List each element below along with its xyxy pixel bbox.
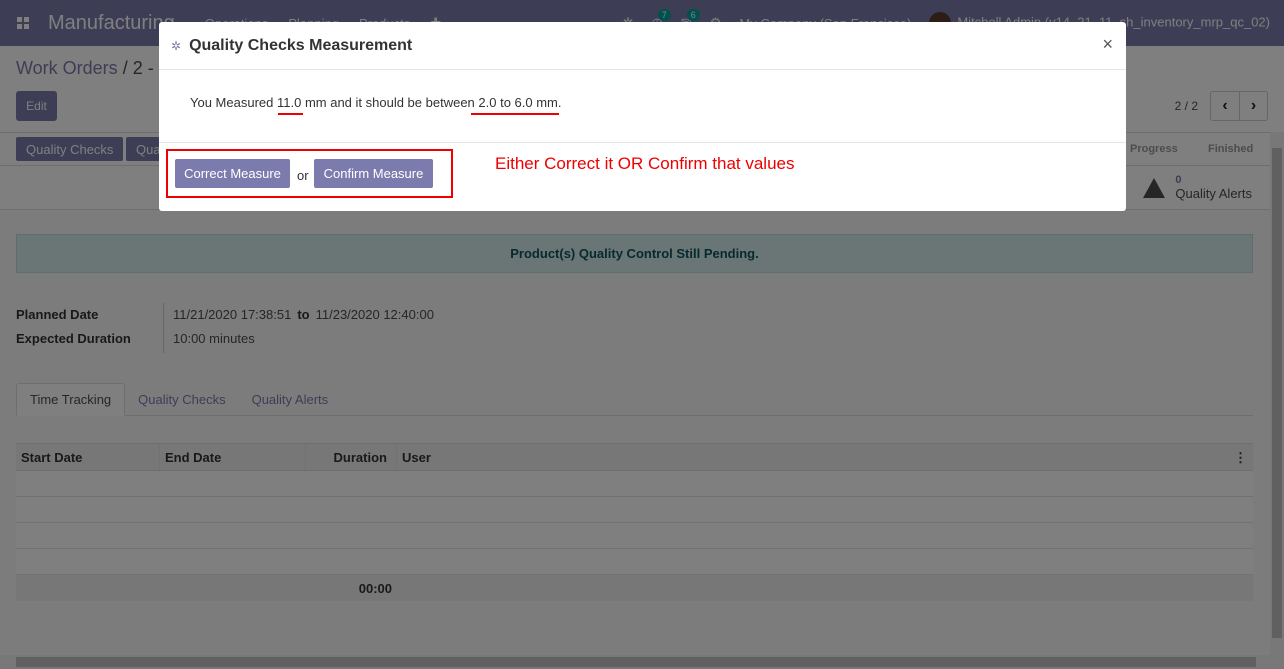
correct-measure-button[interactable]: Correct Measure: [175, 159, 290, 188]
confirm-measure-button[interactable]: Confirm Measure: [314, 159, 433, 188]
modal-body: You Measured 11.0 mm and it should be be…: [159, 70, 1126, 143]
modal-title: Quality Checks Measurement: [189, 36, 413, 54]
modal-footer: Correct Measure or Confirm Measure Eithe…: [159, 143, 1126, 210]
measured-unit-text: mm and it should be between: [304, 95, 475, 110]
measured-underline: [278, 113, 303, 115]
message-prefix: You Measured: [190, 95, 274, 110]
modal-header: ✲ Quality Checks Measurement ×: [159, 22, 1126, 70]
annotation-text: Either Correct it OR Confirm that values: [495, 154, 795, 173]
bug-icon: ✲: [171, 38, 182, 53]
measured-value: 11.0: [276, 95, 302, 110]
or-separator: or: [297, 168, 309, 183]
allowed-range: 2.0 to 6.0 mm.: [478, 95, 562, 110]
close-icon[interactable]: ×: [1102, 34, 1113, 55]
quality-check-dialog: ✲ Quality Checks Measurement × You Measu…: [159, 22, 1126, 211]
range-underline: [471, 113, 559, 115]
